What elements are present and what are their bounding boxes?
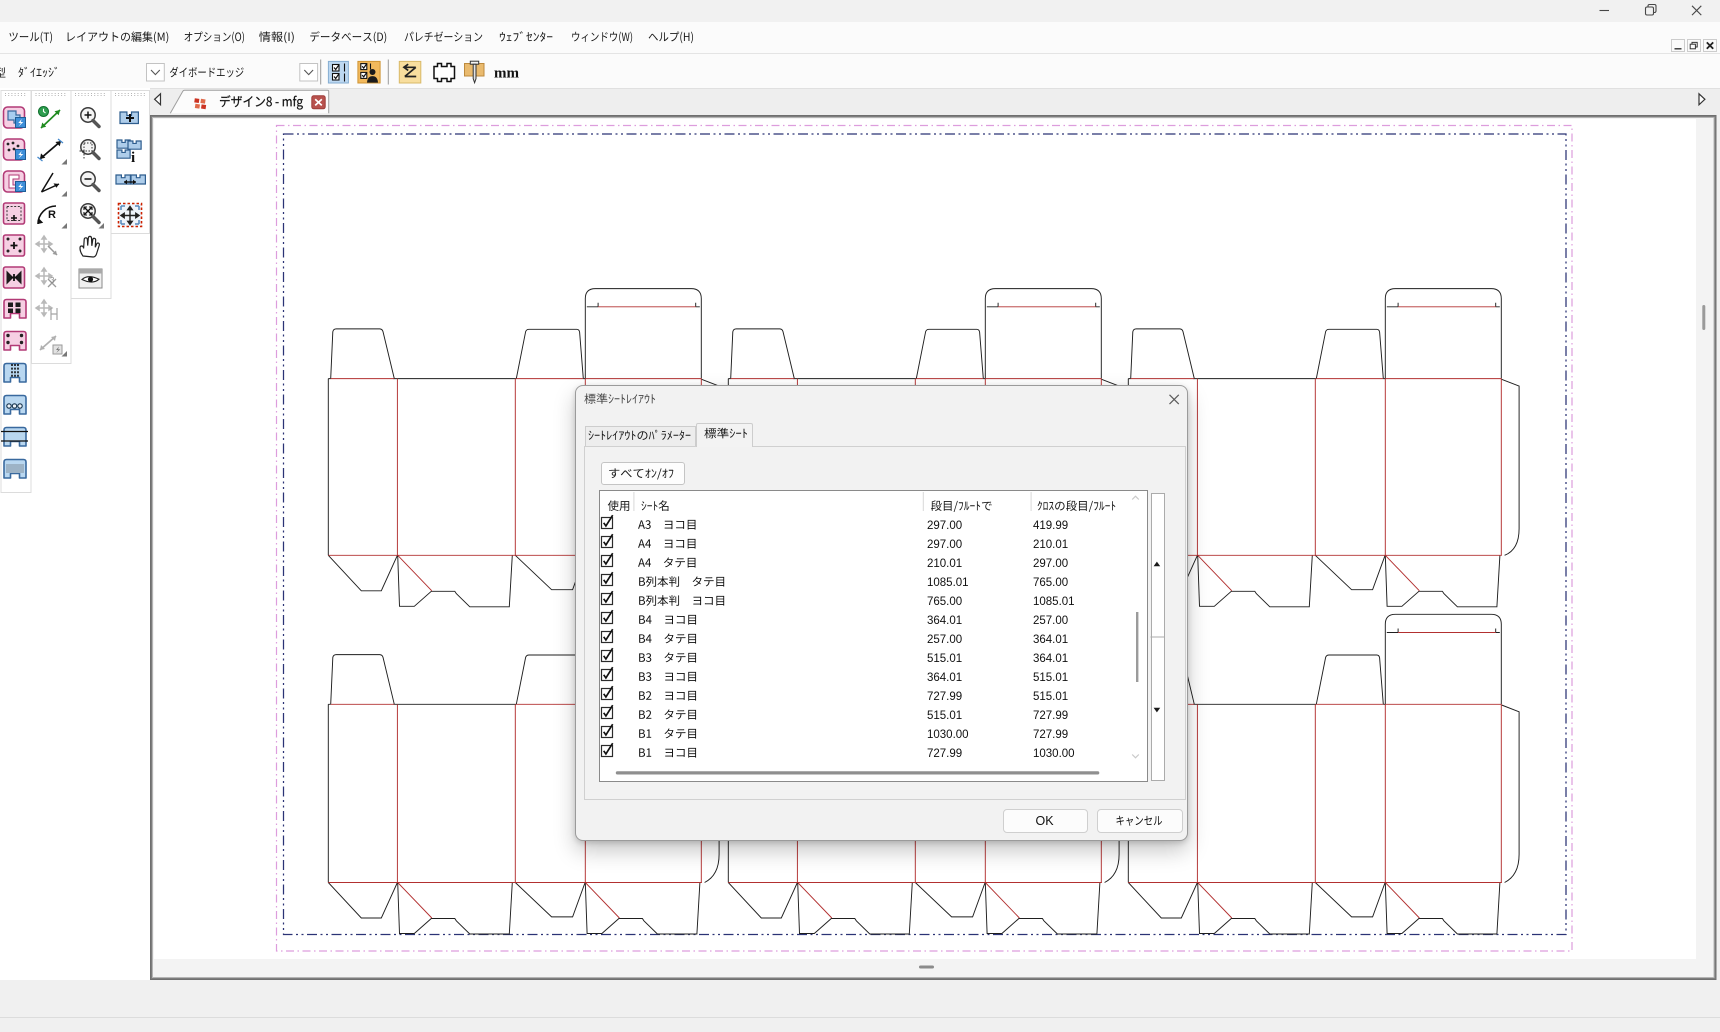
svg-text:419.99: 419.99 — [1033, 520, 1068, 532]
svg-text:515.01: 515.01 — [927, 653, 962, 665]
svg-text:515.01: 515.01 — [927, 710, 962, 722]
svg-text:297.00: 297.00 — [927, 539, 962, 551]
svg-text:210.01: 210.01 — [927, 558, 962, 570]
svg-text:297.00: 297.00 — [927, 520, 962, 532]
svg-text:1030.00: 1030.00 — [927, 729, 969, 741]
svg-text:515.01: 515.01 — [1033, 672, 1068, 684]
svg-text:364.01: 364.01 — [1033, 634, 1068, 646]
svg-text:1030.00: 1030.00 — [1033, 748, 1075, 760]
svg-text:765.00: 765.00 — [927, 596, 962, 608]
svg-text:364.01: 364.01 — [927, 672, 962, 684]
svg-text:210.01: 210.01 — [1033, 539, 1068, 551]
svg-text:727.99: 727.99 — [1033, 729, 1068, 741]
svg-text:515.01: 515.01 — [1033, 691, 1068, 703]
svg-text:1085.01: 1085.01 — [927, 577, 969, 589]
svg-text:257.00: 257.00 — [1033, 615, 1068, 627]
svg-text:OK: OK — [1035, 814, 1054, 828]
svg-text:1085.01: 1085.01 — [1033, 596, 1075, 608]
svg-text:727.99: 727.99 — [927, 748, 962, 760]
svg-text:297.00: 297.00 — [1033, 558, 1068, 570]
svg-text:727.99: 727.99 — [927, 691, 962, 703]
svg-text:727.99: 727.99 — [1033, 710, 1068, 722]
svg-text:364.01: 364.01 — [927, 615, 962, 627]
svg-text:765.00: 765.00 — [1033, 577, 1068, 589]
svg-text:364.01: 364.01 — [1033, 653, 1068, 665]
svg-text:257.00: 257.00 — [927, 634, 962, 646]
